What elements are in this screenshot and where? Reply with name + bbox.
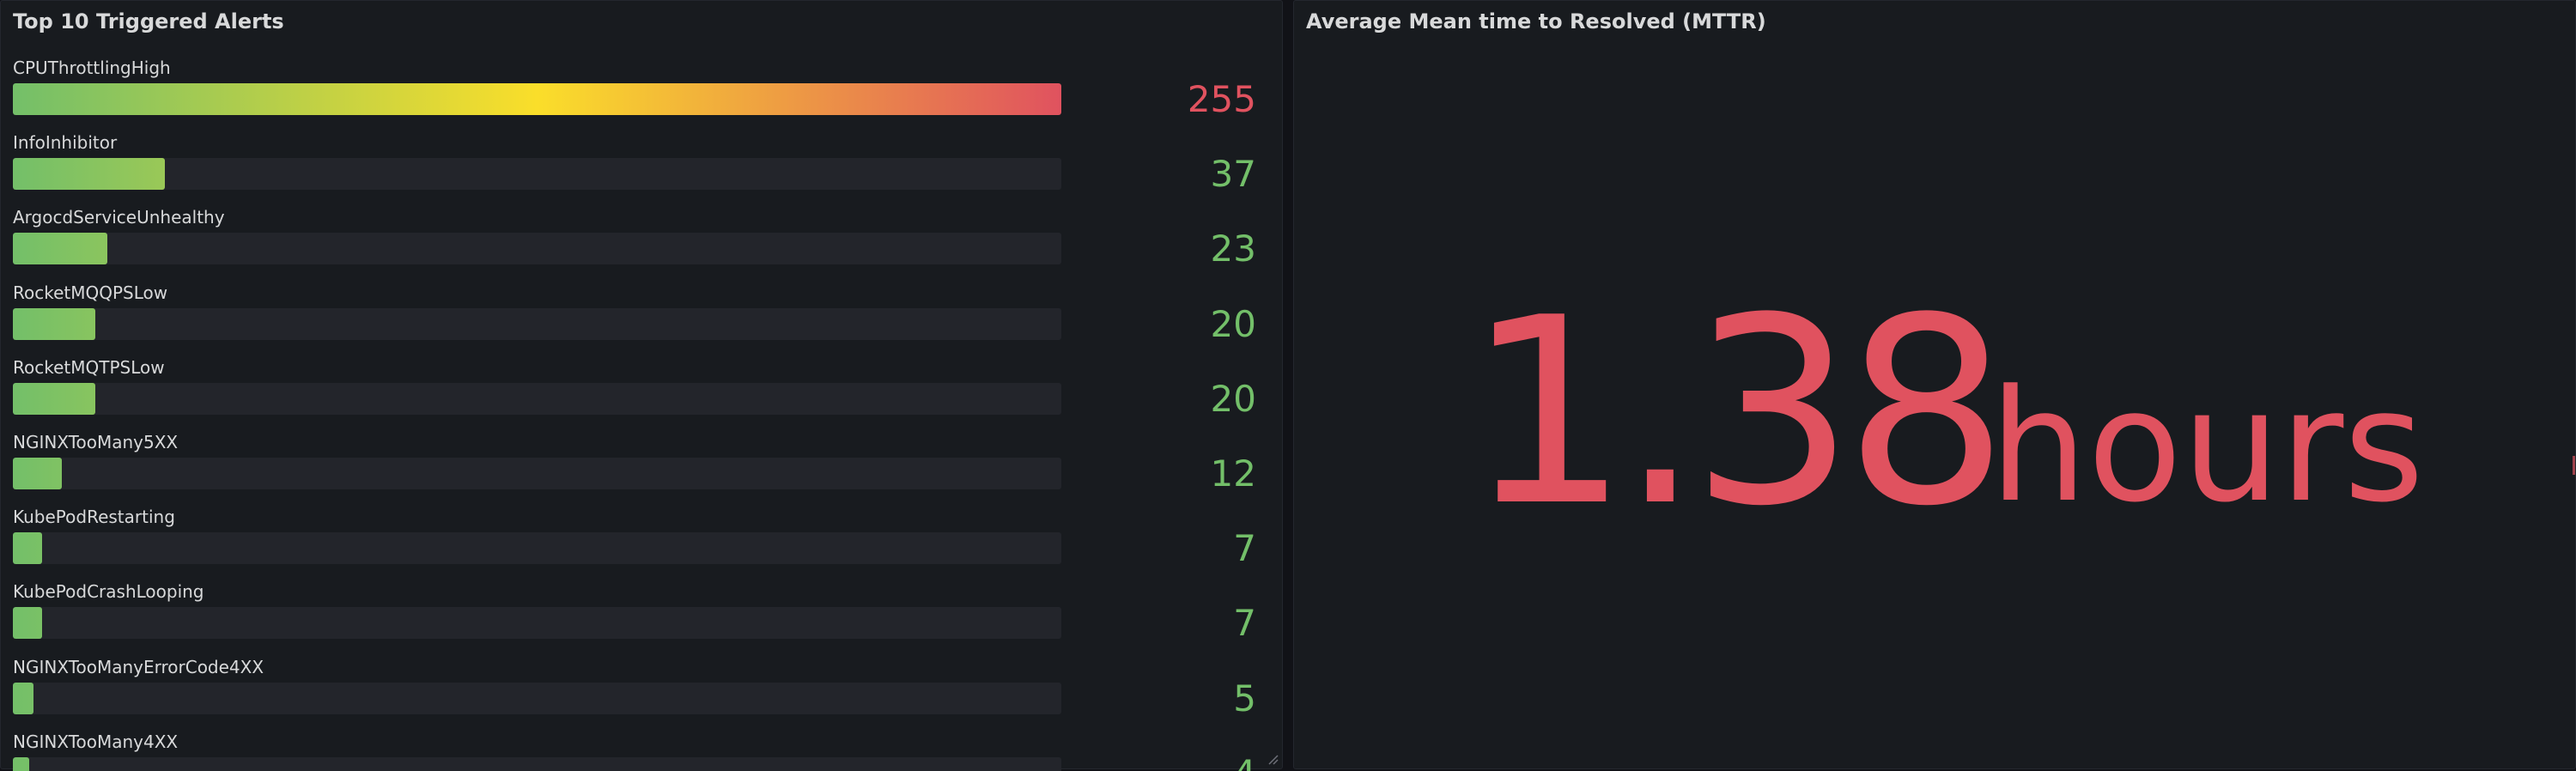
bar-row: RocketMQQPSLow 20	[1, 282, 1284, 355]
bar-fill[interactable]	[13, 158, 166, 191]
bar-track	[13, 458, 1061, 489]
bar-value: 255	[1187, 78, 1256, 120]
bar-row: NGINXTooMany4XX 4	[1, 732, 1284, 771]
bar-value: 7	[1233, 602, 1256, 645]
bar-fill[interactable]	[13, 307, 95, 340]
bar-row: ArgocdServiceUnhealthy 23	[1, 207, 1284, 279]
bar-label: NGINXTooMany5XX	[13, 432, 179, 452]
bar-label: RocketMQQPSLow	[13, 282, 168, 303]
bar-row: NGINXTooMany5XX 12	[1, 432, 1284, 504]
bar-label: KubePodCrashLooping	[13, 581, 204, 603]
bar-track	[13, 83, 1061, 115]
bar-track	[13, 158, 1061, 191]
panel-edge-marker	[2573, 456, 2575, 475]
bar-fill[interactable]	[13, 83, 1061, 115]
bar-fill[interactable]	[13, 233, 108, 265]
bar-value: 12	[1210, 452, 1256, 495]
stat-unit: hours	[1990, 357, 2425, 537]
bar-row: KubePodCrashLooping 7	[1, 581, 1284, 653]
bar-row: InfoInhibitor 37	[1, 132, 1284, 204]
mttr-panel[interactable]: Average Mean time to Resolved (MTTR) 1.3…	[1293, 0, 2576, 769]
bar-value: 5	[1233, 677, 1256, 719]
bar-track	[13, 307, 1061, 340]
bar-track	[13, 682, 1061, 714]
top-alerts-panel[interactable]: Top 10 Triggered Alerts CPUThrottlingHig…	[0, 0, 1284, 771]
bar-label: NGINXTooManyErrorCode4XX	[13, 656, 264, 677]
stat-value: 1.38	[1466, 263, 2008, 562]
bar-track	[13, 607, 1061, 640]
bar-value: 4	[1233, 752, 1256, 771]
panel-title[interactable]: Top 10 Triggered Alerts	[13, 9, 284, 33]
bar-label: ArgocdServiceUnhealthy	[13, 207, 225, 228]
bar-track	[13, 382, 1061, 415]
bar-fill[interactable]	[13, 532, 42, 565]
bar-value: 23	[1210, 228, 1256, 270]
bar-track	[13, 532, 1061, 565]
bar-row: RocketMQTPSLow 20	[1, 357, 1284, 429]
bar-label: KubePodRestarting	[13, 507, 175, 528]
bar-label: NGINXTooMany4XX	[13, 731, 179, 752]
bar-label: InfoInhibitor	[13, 132, 118, 154]
bar-fill[interactable]	[13, 458, 63, 489]
stat-display: 1.38 hours	[1294, 1, 2576, 770]
bar-row: NGINXTooManyErrorCode4XX 5	[1, 657, 1284, 729]
bar-fill[interactable]	[13, 682, 33, 714]
bar-track	[13, 233, 1061, 265]
bar-row: CPUThrottlingHigh 255	[1, 58, 1284, 130]
bar-value: 20	[1210, 302, 1256, 345]
resize-corner-icon[interactable]	[1265, 751, 1279, 765]
bar-track	[13, 756, 1061, 771]
bar-fill[interactable]	[13, 382, 95, 415]
bar-label: CPUThrottlingHigh	[13, 58, 171, 78]
bar-row: KubePodRestarting 7	[1, 507, 1284, 579]
dashboard: Top 10 Triggered Alerts CPUThrottlingHig…	[0, 0, 2576, 771]
bar-value: 20	[1210, 377, 1256, 420]
bar-value: 7	[1233, 527, 1256, 570]
bar-label: RocketMQTPSLow	[13, 356, 165, 378]
bar-value: 37	[1210, 153, 1256, 196]
bar-fill[interactable]	[13, 756, 30, 771]
bar-fill[interactable]	[13, 607, 42, 640]
